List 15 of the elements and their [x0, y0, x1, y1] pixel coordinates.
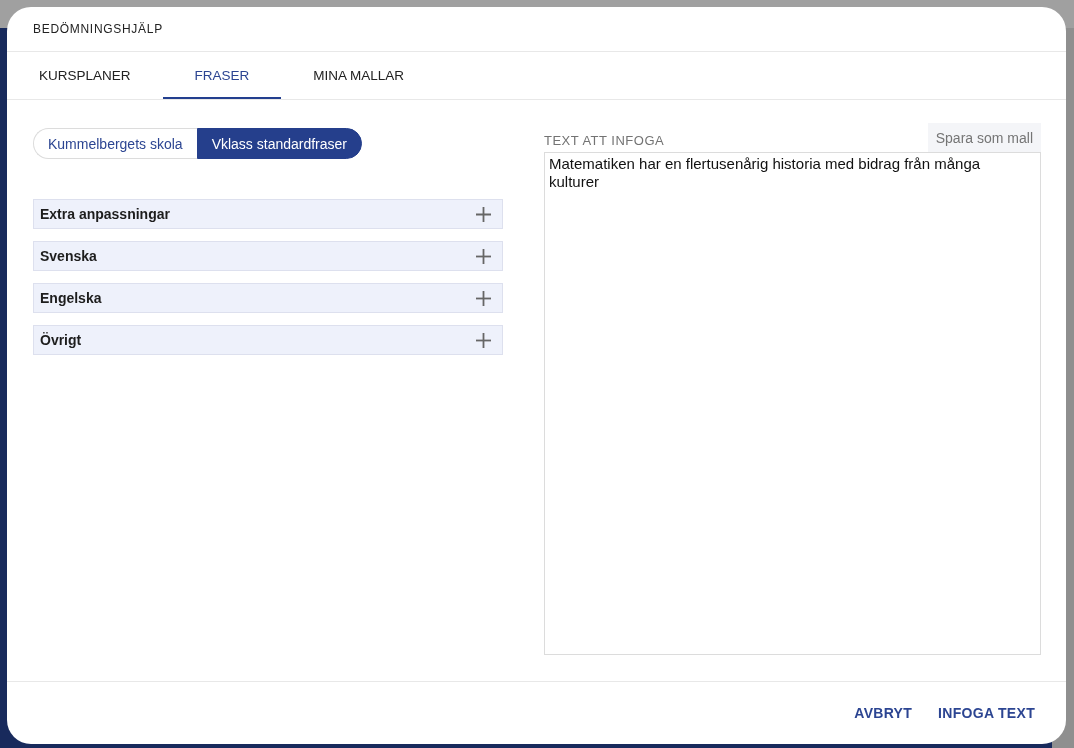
footer-button[interactable]: AVBRYT [845, 697, 922, 729]
dialog-title: BEDÖMNINGSHJÄLP [33, 22, 163, 36]
tab[interactable]: MINA MALLAR [281, 52, 437, 99]
tab[interactable]: KURSPLANER [7, 52, 163, 99]
field-label: TEXT ATT INFOGA [544, 133, 665, 150]
accordion-header[interactable]: Övrigt [33, 325, 503, 355]
tab[interactable]: FRASER [162, 52, 282, 99]
footer-button[interactable]: INFOGA TEXT [929, 697, 1044, 729]
accordion-header[interactable]: Svenska [33, 241, 503, 271]
save-template-button[interactable]: Spara som mall [927, 123, 1041, 152]
accordion-header[interactable]: Extra anpassningar [33, 199, 503, 229]
toggle-option[interactable]: Vklass standardfraser [196, 128, 363, 159]
text-input-field[interactable]: Matematiken har en flertusenårig historia med bidrag från många kulturer [544, 152, 1041, 655]
accordion-header[interactable]: Engelska [33, 283, 503, 313]
toggle-option[interactable]: Kummelbergets skola [33, 128, 197, 159]
